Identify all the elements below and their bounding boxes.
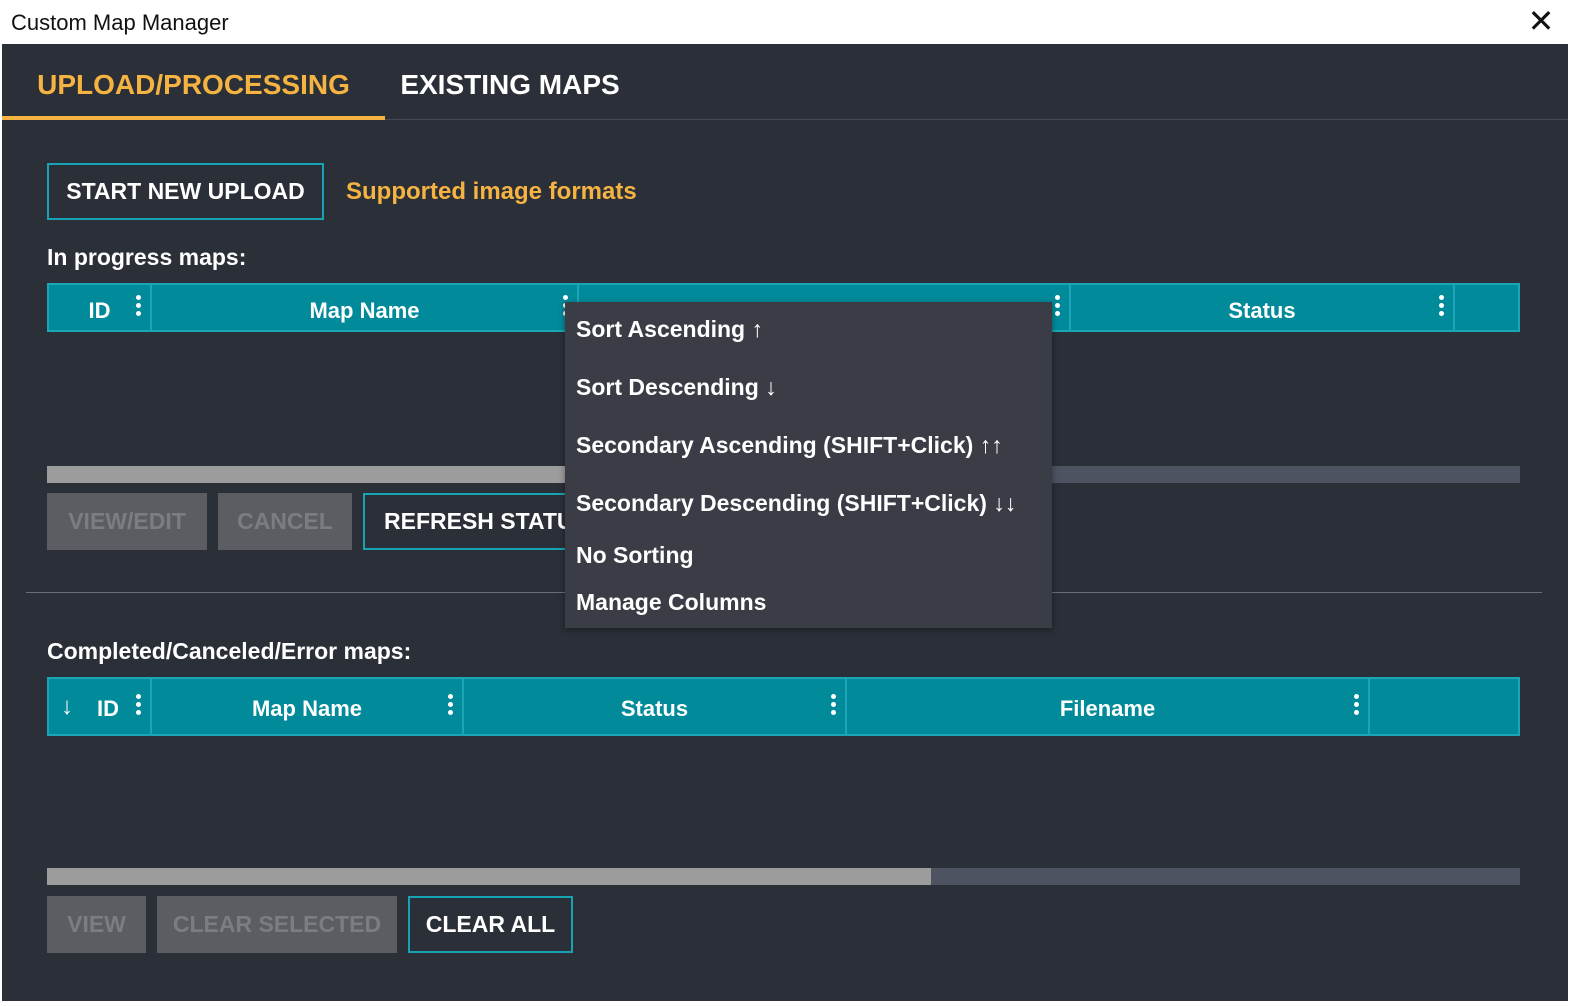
- column-header-status[interactable]: Status: [464, 679, 847, 734]
- in-progress-label: In progress maps:: [47, 244, 247, 270]
- column-label-map-name: Map Name: [251, 696, 363, 721]
- column-menu-icon[interactable]: [1053, 295, 1061, 319]
- column-menu-icon[interactable]: [1437, 295, 1445, 319]
- column-context-menu: Sort Ascending ↑ Sort Descending ↓ Secon…: [565, 302, 1052, 628]
- column-header-id[interactable]: ↓ ID: [49, 679, 152, 734]
- column-label-status: Status: [620, 696, 689, 721]
- column-label-id: ID: [97, 696, 119, 721]
- column-label-filename: Filename: [1059, 696, 1156, 721]
- column-menu-icon[interactable]: [134, 694, 142, 718]
- window-titlebar: Custom Map Manager ✕: [0, 0, 1575, 44]
- column-header-status[interactable]: Status: [1071, 285, 1455, 330]
- column-menu-icon[interactable]: [1352, 694, 1360, 718]
- tab-existing-maps[interactable]: EXISTING MAPS: [385, 44, 635, 120]
- column-header-map-name[interactable]: Map Name: [152, 285, 579, 330]
- in-progress-scroll-thumb[interactable]: [47, 466, 578, 483]
- menu-item-no-sorting[interactable]: No Sorting: [576, 542, 694, 569]
- close-icon[interactable]: ✕: [1526, 5, 1556, 37]
- menu-item-sort-descending[interactable]: Sort Descending ↓: [576, 374, 777, 401]
- menu-item-sort-ascending[interactable]: Sort Ascending ↑: [576, 316, 763, 343]
- completed-grid-header: ↓ ID Map Name Status Filename: [47, 677, 1520, 736]
- window-title: Custom Map Manager: [11, 10, 229, 35]
- start-new-upload-button[interactable]: START NEW UPLOAD: [47, 163, 324, 220]
- sort-arrow-icon: ↓: [61, 693, 73, 720]
- completed-scroll-thumb[interactable]: [47, 868, 931, 885]
- tab-upload-processing[interactable]: UPLOAD/PROCESSING: [2, 44, 385, 120]
- tab-bar: UPLOAD/PROCESSING EXISTING MAPS: [2, 44, 1568, 120]
- completed-label: Completed/Canceled/Error maps:: [47, 638, 412, 664]
- clear-selected-button[interactable]: CLEAR SELECTED: [157, 896, 397, 953]
- view-button[interactable]: VIEW: [47, 896, 146, 953]
- clear-all-button[interactable]: CLEAR ALL: [408, 896, 573, 953]
- completed-scrollbar[interactable]: [47, 868, 1520, 885]
- menu-item-manage-columns[interactable]: Manage Columns: [576, 589, 766, 616]
- column-menu-icon[interactable]: [829, 694, 837, 718]
- menu-item-secondary-ascending[interactable]: Secondary Ascending (SHIFT+Click) ↑↑: [576, 432, 1003, 459]
- column-header-map-name[interactable]: Map Name: [152, 679, 464, 734]
- column-label-status: Status: [1228, 298, 1296, 323]
- column-menu-icon[interactable]: [446, 694, 454, 718]
- column-menu-icon[interactable]: [134, 295, 142, 319]
- column-header-filename[interactable]: Filename: [847, 679, 1370, 734]
- column-label-map-name: Map Name: [309, 298, 420, 323]
- column-header-id[interactable]: ID: [49, 285, 152, 330]
- view-edit-button[interactable]: VIEW/EDIT: [47, 493, 207, 550]
- supported-formats-link[interactable]: Supported image formats: [346, 178, 637, 206]
- menu-item-secondary-descending[interactable]: Secondary Descending (SHIFT+Click) ↓↓: [576, 490, 1016, 517]
- cancel-button[interactable]: CANCEL: [218, 493, 352, 550]
